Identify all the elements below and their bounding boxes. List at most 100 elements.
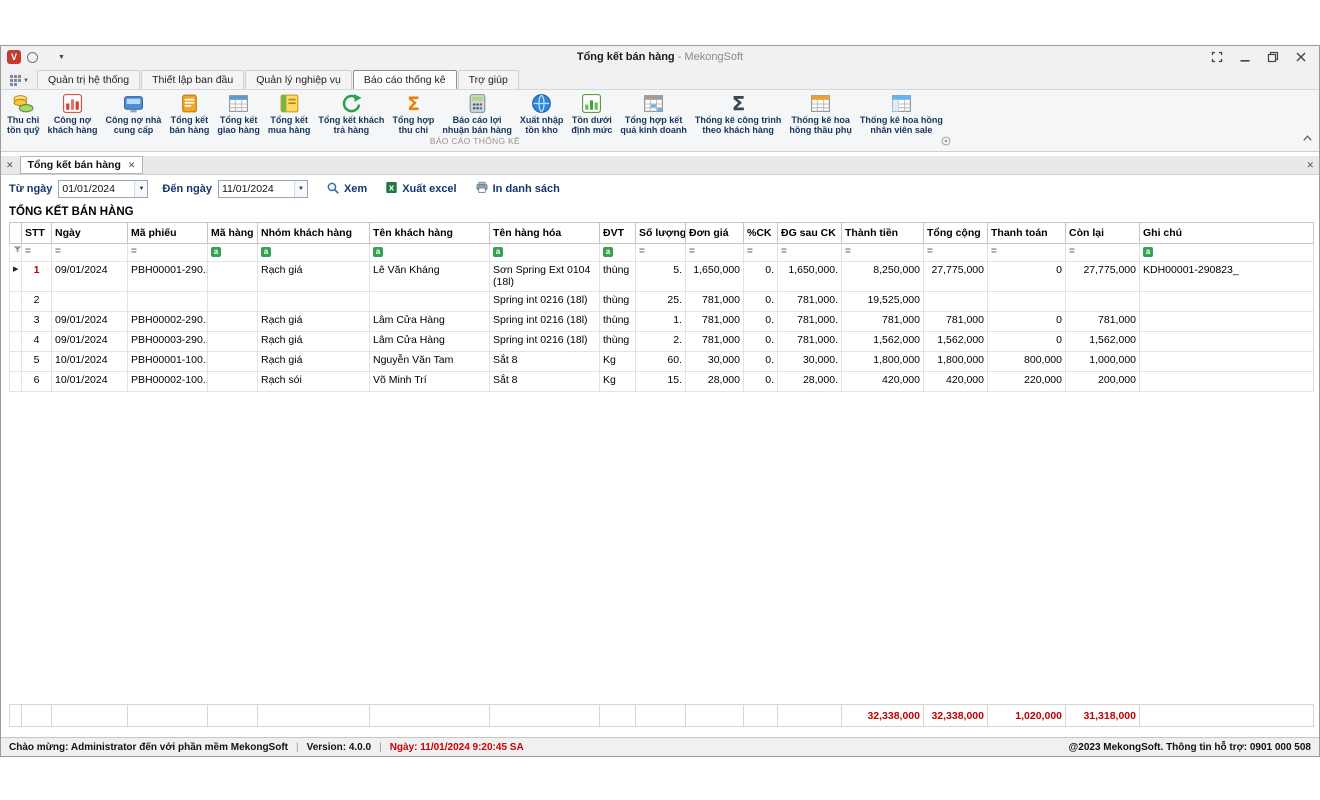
ribbon-button[interactable]: Báo cáo lợinhuận bán hàng	[438, 91, 516, 136]
cell[interactable]: 1,650,000.	[778, 261, 842, 291]
cell[interactable]: 27,775,000	[924, 261, 988, 291]
column-header[interactable]: Nhóm khách hàng	[258, 223, 370, 244]
cell[interactable]: 10/01/2024	[52, 371, 128, 391]
cell[interactable]	[924, 291, 988, 311]
cell[interactable]: 781,000.	[778, 331, 842, 351]
filter-cell[interactable]: =	[744, 244, 778, 262]
cell[interactable]: 6	[22, 371, 52, 391]
ribbon-button[interactable]: ΣThống kê công trìnhtheo khách hàng	[691, 91, 786, 136]
export-excel-button[interactable]: X Xuất excel	[385, 181, 456, 197]
cell[interactable]: 781,000	[842, 311, 924, 331]
cell[interactable]: thùng	[600, 331, 636, 351]
quick-access-circle-icon[interactable]	[27, 52, 38, 63]
cell[interactable]: 60.	[636, 351, 686, 371]
menu-grid-icon[interactable]: ▼	[5, 72, 34, 89]
menu-tab[interactable]: Thiết lập ban đầu	[141, 70, 244, 89]
column-header[interactable]: Mã hàng	[208, 223, 258, 244]
ribbon-button[interactable]: Xuất nhậptồn kho	[516, 91, 568, 136]
ribbon-button[interactable]: Công nợkhách hàng	[44, 91, 102, 136]
cell[interactable]: 0.	[744, 351, 778, 371]
filter-cell[interactable]: a	[208, 244, 258, 262]
cell[interactable]: 2	[22, 291, 52, 311]
cell[interactable]: 0.	[744, 261, 778, 291]
ribbon-button[interactable]: Tổng kếtgiao hàng	[213, 91, 264, 136]
cell[interactable]: 25.	[636, 291, 686, 311]
filter-cell[interactable]: =	[22, 244, 52, 262]
print-list-button[interactable]: In danh sách	[475, 181, 560, 197]
cell[interactable]	[1140, 351, 1314, 371]
menu-tab[interactable]: Quản trị hệ thống	[37, 70, 140, 89]
cell[interactable]: 1,800,000	[924, 351, 988, 371]
filter-cell[interactable]: =	[842, 244, 924, 262]
cell[interactable]: Kg	[600, 351, 636, 371]
cell[interactable]	[1140, 371, 1314, 391]
menu-tab[interactable]: Báo cáo thống kê	[353, 70, 457, 89]
cell[interactable]: Rạch giá	[258, 331, 370, 351]
cell[interactable]	[208, 331, 258, 351]
cell[interactable]	[208, 291, 258, 311]
cell[interactable]: 28,000	[686, 371, 744, 391]
cell[interactable]: 1,562,000	[924, 331, 988, 351]
cell[interactable]: 0.	[744, 331, 778, 351]
cell[interactable]: Spring int 0216 (18l)	[490, 311, 600, 331]
cell[interactable]: 19,525,000	[842, 291, 924, 311]
column-header[interactable]: Tên hàng hóa	[490, 223, 600, 244]
cell[interactable]: 781,000	[686, 291, 744, 311]
cell[interactable]: 781,000	[1066, 311, 1140, 331]
column-header[interactable]: ĐG sau CK	[778, 223, 842, 244]
cell[interactable]: 1.	[636, 311, 686, 331]
cell[interactable]: Sắt 8	[490, 371, 600, 391]
cell[interactable]: 4	[22, 331, 52, 351]
cell[interactable]: 0	[988, 261, 1066, 291]
filter-cell[interactable]: a	[258, 244, 370, 262]
cell[interactable]: Spring int 0216 (18l)	[490, 291, 600, 311]
from-date-input[interactable]	[59, 182, 134, 196]
cell[interactable]	[370, 291, 490, 311]
column-header[interactable]: STT	[22, 223, 52, 244]
cell[interactable]: Rạch giá	[258, 261, 370, 291]
ribbon-button[interactable]: ΣTổng hợpthu chi	[388, 91, 438, 136]
ribbon-button[interactable]: Thống kê hoahồng thầu phụ	[785, 91, 855, 136]
cell[interactable]: Sắt 8	[490, 351, 600, 371]
cell[interactable]: Spring int 0216 (18l)	[490, 331, 600, 351]
cell[interactable]: Võ Minh Trí	[370, 371, 490, 391]
close-document-icon[interactable]: ✕	[1306, 161, 1314, 170]
cell[interactable]	[988, 291, 1066, 311]
cell[interactable]: thùng	[600, 311, 636, 331]
cell[interactable]: 781,000	[686, 311, 744, 331]
cell[interactable]: 781,000	[686, 331, 744, 351]
column-header[interactable]: ĐVT	[600, 223, 636, 244]
cell[interactable]: 0.	[744, 291, 778, 311]
filter-cell[interactable]: =	[778, 244, 842, 262]
ribbon-button[interactable]: Thu chitồn quỹ	[3, 91, 44, 136]
cell[interactable]: Lâm Cửa Hàng	[370, 311, 490, 331]
tab-tong-ket-ban-hang[interactable]: Tổng kết bán hàng ✕	[20, 156, 144, 174]
cell[interactable]	[208, 311, 258, 331]
cell[interactable]: Lâm Cửa Hàng	[370, 331, 490, 351]
cell[interactable]: PBH00003-290...	[128, 331, 208, 351]
cell[interactable]: Rạch sói	[258, 371, 370, 391]
cell[interactable]	[258, 291, 370, 311]
view-button[interactable]: Xem	[326, 181, 367, 198]
filter-cell[interactable]: =	[128, 244, 208, 262]
restore-icon[interactable]	[1261, 49, 1285, 65]
filter-cell[interactable]: =	[988, 244, 1066, 262]
to-date-dropdown-icon[interactable]: ▼	[294, 181, 307, 197]
cell[interactable]	[52, 291, 128, 311]
cell[interactable]: 1,800,000	[842, 351, 924, 371]
ribbon-button[interactable]: Công nợ nhàcung cấp	[102, 91, 166, 136]
cell[interactable]: 8,250,000	[842, 261, 924, 291]
filter-cell[interactable]: =	[636, 244, 686, 262]
filter-cell[interactable]: a	[600, 244, 636, 262]
quick-access-dropdown-icon[interactable]: ▼	[58, 54, 65, 61]
cell[interactable]: 3	[22, 311, 52, 331]
cell[interactable]: 30,000.	[778, 351, 842, 371]
cell[interactable]: 420,000	[842, 371, 924, 391]
column-header[interactable]: Tên khách hàng	[370, 223, 490, 244]
close-all-tabs-icon[interactable]: ✕	[6, 161, 14, 170]
cell[interactable]: 800,000	[988, 351, 1066, 371]
cell[interactable]: Kg	[600, 371, 636, 391]
cell[interactable]: 1,650,000	[686, 261, 744, 291]
cell[interactable]: PBH00002-100...	[128, 371, 208, 391]
column-header[interactable]: Ghi chú	[1140, 223, 1314, 244]
